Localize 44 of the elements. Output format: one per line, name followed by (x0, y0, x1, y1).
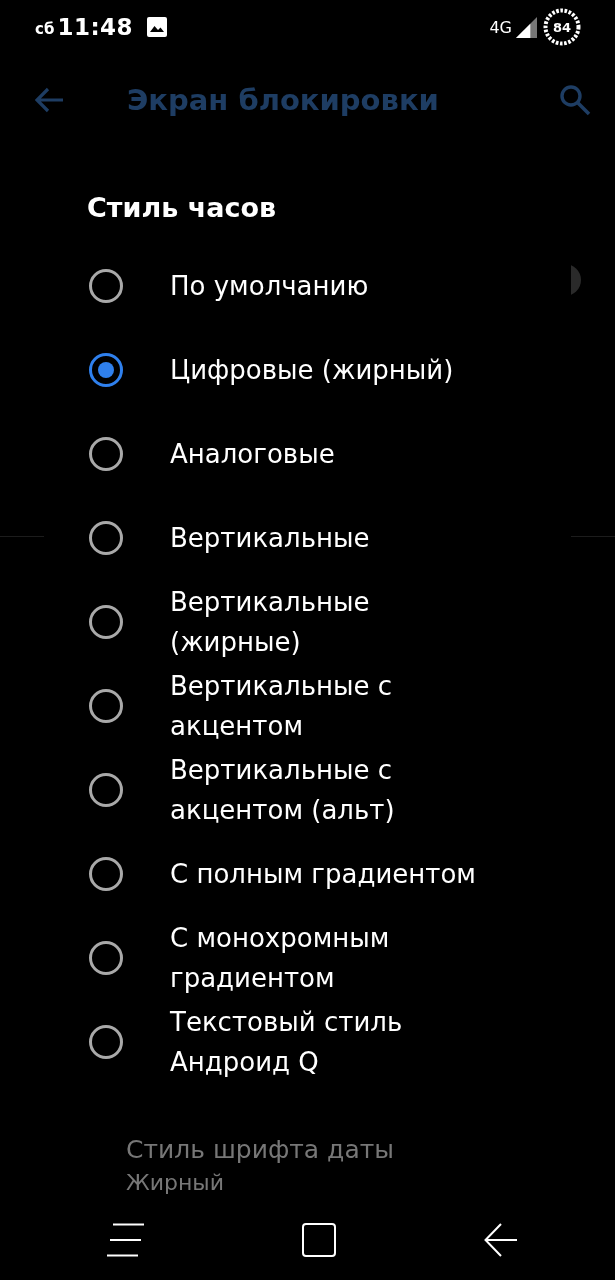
radio-option[interactable]: С монохромным градиентом (87, 916, 571, 1000)
radio-button[interactable] (89, 437, 123, 471)
radio-option[interactable]: Текстовый стиль Андроид Q (87, 1000, 571, 1084)
option-label: Вертикальные с акцентом (альт) (170, 754, 396, 827)
option-label: Вертикальные с акцентом (170, 670, 394, 743)
radio-option[interactable]: По умолчанию (87, 244, 571, 328)
option-label: Текстовый стиль Андроид Q (170, 1006, 404, 1079)
dialog-title: Стиль часов (87, 191, 278, 225)
radio-option[interactable]: С полным градиентом (87, 832, 571, 916)
radio-option[interactable]: Вертикальные с акцентом (87, 664, 571, 748)
option-label: С монохромным градиентом (170, 922, 391, 995)
option-label: С полным градиентом (170, 858, 476, 891)
image-icon (147, 17, 168, 37)
radio-option[interactable]: Цифровые (жирный) (87, 328, 571, 412)
radio-button[interactable] (89, 689, 123, 723)
setting-title: Стиль шрифта даты (126, 1134, 396, 1166)
radio-button[interactable] (89, 605, 123, 639)
option-label: Вертикальные (жирные) (170, 586, 371, 659)
day-label: сб (35, 20, 55, 38)
radio-button[interactable] (89, 941, 123, 975)
radio-option[interactable]: Вертикальные с акцентом (альт) (87, 748, 571, 832)
radio-button[interactable] (89, 857, 123, 891)
signal-icon (516, 16, 537, 38)
radio-button[interactable] (89, 1025, 123, 1059)
option-label: По умолчанию (170, 270, 369, 303)
home-square-icon[interactable] (302, 1223, 336, 1257)
radio-button[interactable] (89, 773, 123, 807)
radio-option[interactable]: Вертикальные (жирные) (87, 580, 571, 664)
radio-button[interactable] (89, 269, 123, 303)
screen-title: Экран блокировки (127, 83, 440, 117)
back-icon[interactable] (484, 1223, 518, 1257)
option-label: Аналоговые (170, 438, 335, 471)
battery-ring-icon (543, 8, 581, 46)
radio-option[interactable]: Аналоговые (87, 412, 571, 496)
network-type: 4G (489, 17, 512, 37)
radio-button[interactable] (89, 521, 123, 555)
menu-icon[interactable] (106, 1223, 146, 1257)
option-label: Вертикальные (170, 522, 370, 555)
radio-option[interactable]: Вертикальные (87, 496, 571, 580)
option-label: Цифровые (жирный) (170, 354, 454, 387)
clock-time: 11:48 (57, 14, 134, 40)
radio-button[interactable] (89, 353, 123, 387)
setting-value: Жирный (126, 1169, 225, 1197)
battery-percent: 84 (552, 19, 572, 35)
